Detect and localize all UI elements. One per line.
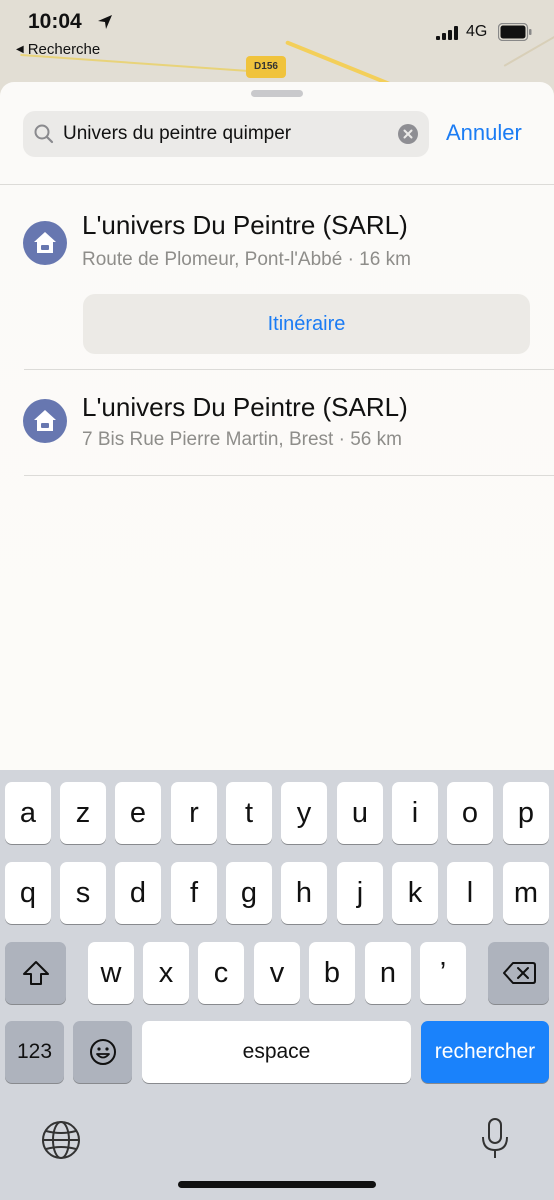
cellular-signal-icon (436, 26, 458, 40)
globe-icon[interactable] (41, 1120, 81, 1160)
key-c[interactable]: c (198, 942, 244, 1004)
microphone-icon[interactable] (480, 1117, 510, 1161)
search-icon (34, 124, 54, 144)
key-z[interactable]: z (60, 782, 106, 844)
home-repair-icon-glyph (34, 410, 56, 431)
shift-arrow-icon (22, 961, 49, 985)
key-x[interactable]: x (143, 942, 189, 1004)
key-s[interactable]: s (60, 862, 106, 924)
shift-key[interactable] (5, 942, 66, 1004)
key-o[interactable]: o (447, 782, 493, 844)
numbers-key[interactable]: 123 (5, 1021, 64, 1083)
emoji-key[interactable] (73, 1021, 132, 1083)
location-arrow-icon (98, 15, 112, 29)
result-subtitle: Route de Plomeur, Pont-l'Abbé · 16 km (82, 249, 411, 270)
back-label: Recherche (27, 41, 101, 58)
key-r[interactable]: r (171, 782, 217, 844)
key-q[interactable]: q (5, 862, 51, 924)
key-p[interactable]: p (503, 782, 549, 844)
clear-icon[interactable] (398, 124, 418, 144)
key-d[interactable]: d (115, 862, 161, 924)
backspace-key[interactable] (488, 942, 549, 1004)
divider (24, 475, 554, 476)
itinerary-button[interactable]: Itinéraire (83, 294, 530, 354)
key-a[interactable]: a (5, 782, 51, 844)
result-title: L'univers Du Peintre (SARL) (82, 392, 408, 422)
keyboard: a z e r t y u i o p q s d f g h j k l m … (0, 770, 554, 1200)
home-indicator[interactable] (178, 1181, 376, 1188)
search-return-key[interactable]: rechercher (421, 1021, 549, 1083)
key-k[interactable]: k (392, 862, 438, 924)
key-apostrophe[interactable]: ’ (420, 942, 466, 1004)
home-repair-icon (23, 221, 67, 265)
key-f[interactable]: f (171, 862, 217, 924)
key-g[interactable]: g (226, 862, 272, 924)
space-key[interactable]: espace (142, 1021, 411, 1083)
screen: D156 10:04 ◀ Recherche 4G Univers du pei… (0, 0, 554, 1200)
key-m[interactable]: m (503, 862, 549, 924)
divider (24, 369, 554, 370)
back-triangle-icon: ◀ (16, 44, 24, 55)
key-e[interactable]: e (115, 782, 161, 844)
status-bar: 10:04 ◀ Recherche 4G (0, 0, 554, 70)
home-repair-icon-glyph (34, 232, 56, 253)
back-to-app-link[interactable]: ◀ Recherche (16, 41, 100, 58)
result-title: L'univers Du Peintre (SARL) (82, 210, 408, 240)
backspace-icon (502, 962, 536, 984)
battery-icon (498, 23, 532, 41)
key-v[interactable]: v (254, 942, 300, 1004)
key-y[interactable]: y (281, 782, 327, 844)
key-h[interactable]: h (281, 862, 327, 924)
result-subtitle: 7 Bis Rue Pierre Martin, Brest · 56 km (82, 429, 402, 450)
search-query-text: Univers du peintre quimper (63, 123, 292, 144)
key-b[interactable]: b (309, 942, 355, 1004)
cancel-button[interactable]: Annuler (446, 120, 522, 146)
divider (0, 184, 554, 185)
network-type: 4G (466, 23, 488, 40)
status-time: 10:04 (28, 10, 82, 33)
key-t[interactable]: t (226, 782, 272, 844)
key-i[interactable]: i (392, 782, 438, 844)
key-j[interactable]: j (337, 862, 383, 924)
key-l[interactable]: l (447, 862, 493, 924)
key-u[interactable]: u (337, 782, 383, 844)
key-n[interactable]: n (365, 942, 411, 1004)
sheet-grabber[interactable] (251, 90, 303, 97)
key-w[interactable]: w (88, 942, 134, 1004)
emoji-icon (89, 1039, 116, 1065)
home-repair-icon (23, 399, 67, 443)
search-input[interactable]: Univers du peintre quimper (23, 111, 429, 157)
